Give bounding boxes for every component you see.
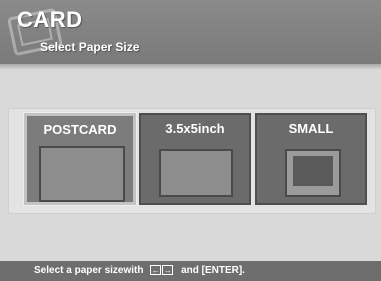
footer-bar: Select a paper sizewith ← → and [ENTER].: [0, 261, 381, 281]
footer-text-before: Select a paper sizewith: [34, 265, 144, 277]
3.5x5inch-label: 3.5x5inch: [165, 121, 225, 136]
left-arrow-key-icon: ←: [150, 265, 162, 275]
page-title: CARD: [17, 7, 83, 32]
3.5x5inch-paper-icon: [159, 149, 233, 197]
page-subtitle: Select Paper Size: [40, 40, 140, 54]
footer-text-after: and [ENTER].: [181, 265, 245, 277]
3.5x5inch-option[interactable]: 3.5x5inch: [139, 113, 251, 205]
header-bar: CARD Select Paper Size: [0, 0, 381, 64]
small-paper-inner: [293, 156, 333, 186]
right-arrow-key-icon: →: [162, 265, 174, 275]
postcard-label: POSTCARD: [43, 122, 117, 137]
small-label: SMALL: [288, 121, 334, 136]
footer-instruction: Select a paper sizewith ← → and [ENTER].: [34, 265, 245, 276]
postcard-option[interactable]: POSTCARD: [24, 113, 136, 205]
header-divider: [0, 64, 381, 70]
postcard-paper-icon: [39, 146, 125, 202]
arrow-keys: ← →: [150, 265, 174, 276]
small-paper-icon: [285, 149, 341, 197]
small-option[interactable]: SMALL: [255, 113, 367, 205]
